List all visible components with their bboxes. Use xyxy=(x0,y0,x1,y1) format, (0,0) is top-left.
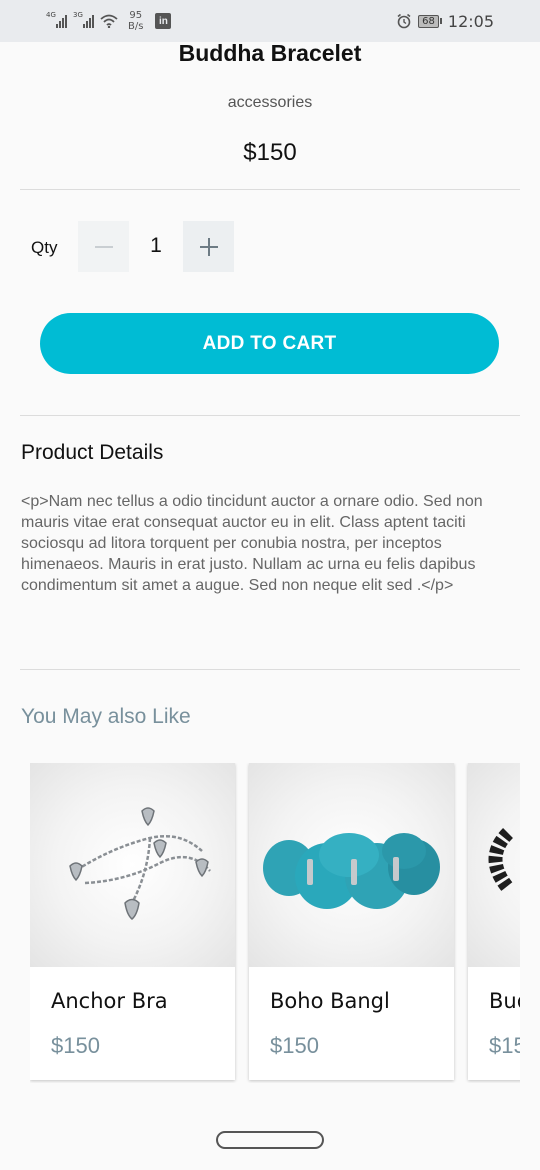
alarm-icon xyxy=(397,13,411,29)
recommendations-title: You May also Like xyxy=(21,705,191,728)
signal-tag-3g: 3G xyxy=(73,11,83,19)
linkedin-icon: in xyxy=(155,13,172,29)
recommendations-carousel[interactable]: Anchor Bra $150 Boho Bangl $150 Bu $15 xyxy=(30,763,520,1083)
divider xyxy=(20,415,520,416)
product-card[interactable]: Bud $15 xyxy=(468,763,520,1080)
product-title: Buddha Bracelet xyxy=(178,40,362,66)
home-indicator[interactable] xyxy=(216,1131,324,1149)
qty-label: Qty xyxy=(31,238,58,257)
net-speed: 95 B/s xyxy=(128,10,143,32)
product-card-name: Boho Bangl xyxy=(270,989,390,1013)
signal-tag-4g: 4G xyxy=(46,11,56,19)
battery-icon: 68 xyxy=(418,14,442,28)
qty-value: 1 xyxy=(150,234,162,257)
product-card-price: $150 xyxy=(51,1033,100,1058)
battery-level: 68 xyxy=(418,14,439,28)
add-to-cart-button[interactable]: ADD TO CART xyxy=(40,313,499,374)
net-speed-unit: B/s xyxy=(128,21,144,32)
details-body: <p>Nam nec tellus a odio tincidunt aucto… xyxy=(21,493,483,594)
plus-icon xyxy=(199,237,218,256)
product-card-price: $150 xyxy=(270,1033,319,1058)
product-category[interactable]: accessories xyxy=(0,94,540,112)
product-image-boho-bangle xyxy=(249,763,454,967)
cellular-signal-icon: 4G xyxy=(46,11,67,28)
clock: 12:05 xyxy=(447,11,494,31)
product-card[interactable]: Anchor Bra $150 xyxy=(30,763,235,1080)
wifi-icon xyxy=(100,14,118,28)
cellular-signal-icon-2: 3G xyxy=(73,11,94,28)
details-title: Product Details xyxy=(21,441,164,464)
minus-icon xyxy=(94,245,113,248)
product-card-name: Bud xyxy=(489,989,520,1013)
product-image-anchor-bracelet xyxy=(30,763,235,967)
status-bar: 4G 3G 95 B/s in 68 12:05 xyxy=(0,0,540,42)
product-card-price: $15 xyxy=(489,1033,520,1058)
product-image-buddha-bracelet xyxy=(468,763,520,967)
divider xyxy=(20,189,520,190)
product-card[interactable]: Boho Bangl $150 xyxy=(249,763,454,1080)
product-price: $150 xyxy=(243,139,297,166)
product-card-name: Anchor Bra xyxy=(51,989,168,1013)
net-speed-value: 95 xyxy=(129,10,143,21)
divider xyxy=(20,669,520,670)
increase-qty-button[interactable] xyxy=(183,221,234,272)
decrease-qty-button[interactable] xyxy=(78,221,129,272)
